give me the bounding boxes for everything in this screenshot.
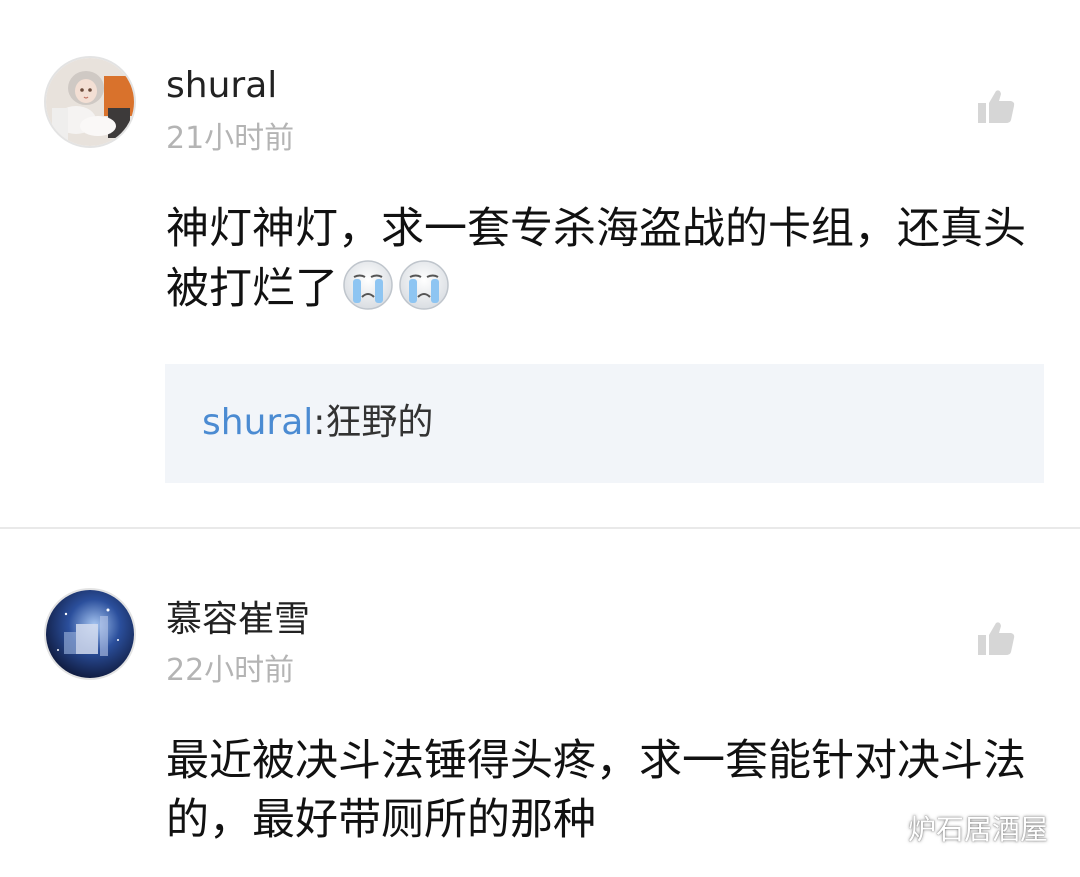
- username[interactable]: shural: [166, 64, 277, 108]
- like-button[interactable]: [976, 86, 1016, 126]
- crying-face-icon: [398, 259, 450, 311]
- crying-face-icon: [342, 259, 394, 311]
- like-button[interactable]: [976, 618, 1016, 658]
- username[interactable]: 慕容崔雪: [166, 598, 310, 642]
- reply-author[interactable]: shural: [202, 402, 313, 443]
- avatar[interactable]: [46, 590, 134, 678]
- comment-item: shural 21小时前 神灯神灯，求一套专杀海盗战的卡组，还真头被打烂了 sh…: [0, 0, 1080, 528]
- comment-timestamp: 22小时前: [166, 653, 295, 688]
- comment-text: 神灯神灯，求一套专杀海盗战的卡组，还真头被打烂了: [166, 200, 1036, 319]
- comment-text-content: 神灯神灯，求一套专杀海盗战的卡组，还真头被打烂了: [166, 204, 1026, 314]
- watermark: 炉石居酒屋: [862, 808, 1048, 848]
- anime-avatar-image: [46, 58, 134, 146]
- avatar[interactable]: [46, 58, 134, 146]
- reply-separator: :: [313, 402, 326, 443]
- thumbs-up-icon: [978, 90, 1015, 123]
- reply-box[interactable]: shural:狂野的: [165, 364, 1044, 483]
- comment-timestamp: 21小时前: [166, 121, 295, 156]
- night-sky-avatar-image: [46, 590, 134, 678]
- thumbs-up-icon: [978, 622, 1015, 655]
- reply-text: 狂野的: [325, 402, 434, 443]
- comment-list: shural 21小时前 神灯神灯，求一套专杀海盗战的卡组，还真头被打烂了 sh…: [0, 0, 1080, 877]
- reply-line: shural:狂野的: [202, 401, 433, 445]
- comment-divider: [0, 527, 1080, 529]
- watermark-label: 炉石居酒屋: [908, 813, 1049, 846]
- wechat-icon: [862, 810, 902, 846]
